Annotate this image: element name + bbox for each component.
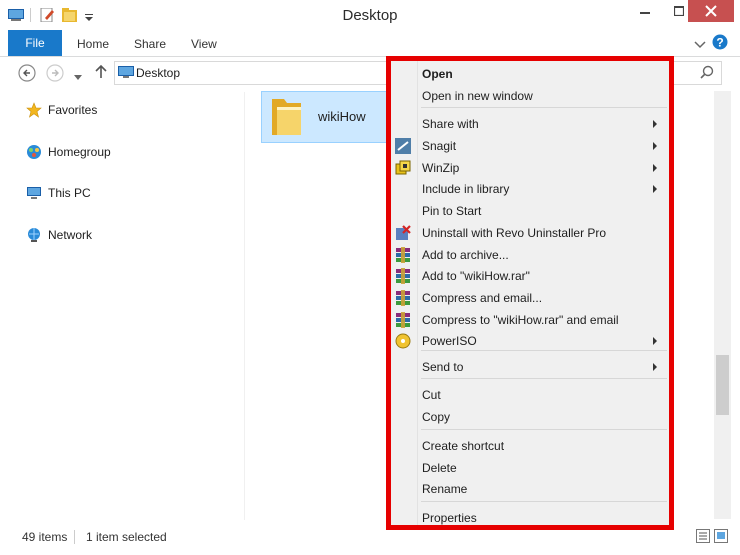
file-name: wikiHow: [318, 109, 366, 124]
item-count: 49 items: [22, 530, 68, 544]
scrollbar[interactable]: [714, 91, 731, 519]
star-icon: [26, 102, 42, 118]
tab-file[interactable]: File: [8, 30, 62, 56]
scrollbar-thumb[interactable]: [716, 355, 729, 415]
nav-item-network[interactable]: Network: [26, 227, 92, 243]
forward-button[interactable]: [46, 64, 64, 82]
desktop-location-icon: [118, 65, 134, 82]
up-button[interactable]: [95, 64, 107, 83]
nav-item-favorites[interactable]: Favorites: [26, 102, 97, 118]
status-divider: [74, 530, 75, 544]
network-icon: [26, 227, 42, 243]
tab-view[interactable]: View: [191, 37, 217, 51]
address-path: Desktop: [136, 66, 181, 80]
search-icon[interactable]: [700, 65, 714, 82]
svg-text:?: ?: [716, 36, 723, 50]
large-icons-view-icon[interactable]: [714, 529, 728, 546]
help-icon[interactable]: ?: [712, 34, 728, 53]
tab-share[interactable]: Share: [134, 37, 166, 51]
back-button[interactable]: [18, 64, 36, 82]
computer-icon: [26, 185, 42, 201]
details-view-icon[interactable]: [696, 529, 710, 546]
highlight-annotation: [386, 56, 674, 530]
nav-item-label: This PC: [48, 186, 91, 200]
expand-ribbon-icon[interactable]: [694, 38, 706, 52]
selection-count: 1 item selected: [86, 530, 167, 544]
nav-item-label: Homegroup: [48, 145, 111, 159]
nav-item-label: Favorites: [48, 103, 98, 117]
tab-home[interactable]: Home: [77, 37, 109, 51]
folder-icon: [268, 95, 304, 140]
recent-locations-icon[interactable]: [74, 70, 82, 84]
ribbon-tab-bar: [0, 30, 740, 57]
nav-item-label: Network: [48, 228, 93, 242]
nav-item-homegroup[interactable]: Homegroup: [26, 144, 111, 160]
pane-divider[interactable]: [244, 92, 245, 520]
nav-item-this-pc[interactable]: This PC: [26, 185, 91, 201]
homegroup-icon: [26, 144, 42, 160]
close-button[interactable]: [688, 0, 734, 22]
